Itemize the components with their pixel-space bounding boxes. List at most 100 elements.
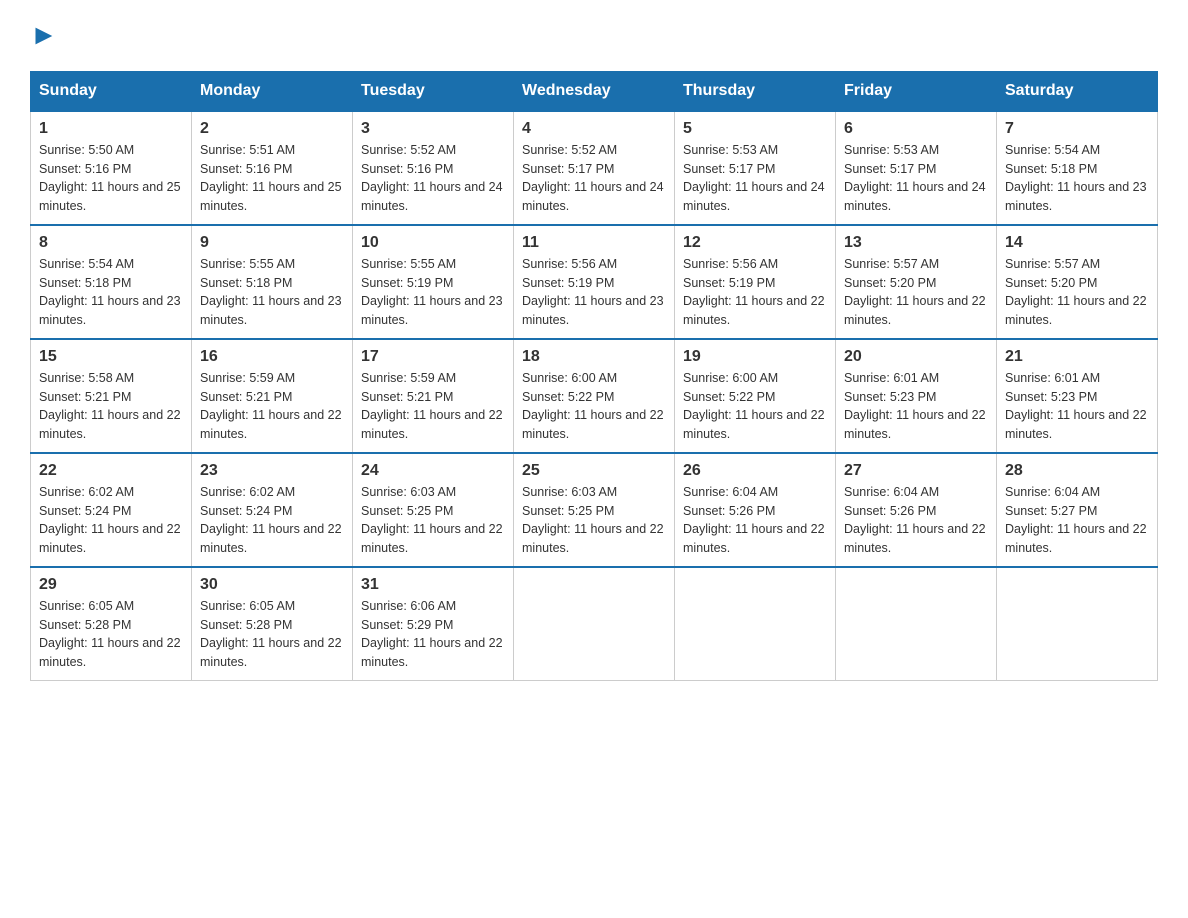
day-number: 8 bbox=[39, 234, 183, 252]
day-number: 5 bbox=[683, 120, 827, 138]
calendar-week-row: 15 Sunrise: 5:58 AMSunset: 5:21 PMDaylig… bbox=[31, 339, 1158, 453]
calendar-body: 1 Sunrise: 5:50 AMSunset: 5:16 PMDayligh… bbox=[31, 111, 1158, 681]
day-number: 31 bbox=[361, 576, 505, 594]
day-number: 10 bbox=[361, 234, 505, 252]
day-info: Sunrise: 6:03 AMSunset: 5:25 PMDaylight:… bbox=[522, 485, 664, 555]
day-number: 20 bbox=[844, 348, 988, 366]
weekday-header-row: SundayMondayTuesdayWednesdayThursdayFrid… bbox=[31, 71, 1158, 111]
day-number: 28 bbox=[1005, 462, 1149, 480]
calendar-cell: 23 Sunrise: 6:02 AMSunset: 5:24 PMDaylig… bbox=[192, 453, 353, 567]
day-number: 14 bbox=[1005, 234, 1149, 252]
day-info: Sunrise: 6:04 AMSunset: 5:27 PMDaylight:… bbox=[1005, 485, 1147, 555]
calendar-cell bbox=[997, 567, 1158, 681]
day-number: 22 bbox=[39, 462, 183, 480]
calendar-cell: 11 Sunrise: 5:56 AMSunset: 5:19 PMDaylig… bbox=[514, 225, 675, 339]
day-number: 4 bbox=[522, 120, 666, 138]
calendar-cell: 13 Sunrise: 5:57 AMSunset: 5:20 PMDaylig… bbox=[836, 225, 997, 339]
day-number: 11 bbox=[522, 234, 666, 252]
calendar-table: SundayMondayTuesdayWednesdayThursdayFrid… bbox=[30, 71, 1158, 681]
day-info: Sunrise: 5:53 AMSunset: 5:17 PMDaylight:… bbox=[683, 143, 825, 213]
calendar-cell: 25 Sunrise: 6:03 AMSunset: 5:25 PMDaylig… bbox=[514, 453, 675, 567]
weekday-header-thursday: Thursday bbox=[675, 71, 836, 111]
day-number: 15 bbox=[39, 348, 183, 366]
calendar-cell: 14 Sunrise: 5:57 AMSunset: 5:20 PMDaylig… bbox=[997, 225, 1158, 339]
logo: ► bbox=[30, 20, 58, 51]
logo-triangle-icon: ► bbox=[30, 19, 58, 50]
calendar-cell: 17 Sunrise: 5:59 AMSunset: 5:21 PMDaylig… bbox=[353, 339, 514, 453]
day-info: Sunrise: 5:57 AMSunset: 5:20 PMDaylight:… bbox=[1005, 257, 1147, 327]
calendar-cell: 10 Sunrise: 5:55 AMSunset: 5:19 PMDaylig… bbox=[353, 225, 514, 339]
day-number: 3 bbox=[361, 120, 505, 138]
day-number: 7 bbox=[1005, 120, 1149, 138]
calendar-cell: 20 Sunrise: 6:01 AMSunset: 5:23 PMDaylig… bbox=[836, 339, 997, 453]
calendar-cell: 19 Sunrise: 6:00 AMSunset: 5:22 PMDaylig… bbox=[675, 339, 836, 453]
day-info: Sunrise: 5:58 AMSunset: 5:21 PMDaylight:… bbox=[39, 371, 181, 441]
calendar-cell: 29 Sunrise: 6:05 AMSunset: 5:28 PMDaylig… bbox=[31, 567, 192, 681]
day-info: Sunrise: 5:52 AMSunset: 5:17 PMDaylight:… bbox=[522, 143, 664, 213]
day-number: 23 bbox=[200, 462, 344, 480]
calendar-cell: 26 Sunrise: 6:04 AMSunset: 5:26 PMDaylig… bbox=[675, 453, 836, 567]
day-info: Sunrise: 5:53 AMSunset: 5:17 PMDaylight:… bbox=[844, 143, 986, 213]
calendar-cell: 7 Sunrise: 5:54 AMSunset: 5:18 PMDayligh… bbox=[997, 111, 1158, 225]
day-info: Sunrise: 6:00 AMSunset: 5:22 PMDaylight:… bbox=[522, 371, 664, 441]
calendar-cell: 1 Sunrise: 5:50 AMSunset: 5:16 PMDayligh… bbox=[31, 111, 192, 225]
calendar-cell: 28 Sunrise: 6:04 AMSunset: 5:27 PMDaylig… bbox=[997, 453, 1158, 567]
day-info: Sunrise: 5:56 AMSunset: 5:19 PMDaylight:… bbox=[522, 257, 664, 327]
day-info: Sunrise: 6:05 AMSunset: 5:28 PMDaylight:… bbox=[200, 599, 342, 669]
day-number: 17 bbox=[361, 348, 505, 366]
day-number: 13 bbox=[844, 234, 988, 252]
weekday-header-sunday: Sunday bbox=[31, 71, 192, 111]
calendar-cell: 16 Sunrise: 5:59 AMSunset: 5:21 PMDaylig… bbox=[192, 339, 353, 453]
calendar-week-row: 29 Sunrise: 6:05 AMSunset: 5:28 PMDaylig… bbox=[31, 567, 1158, 681]
calendar-cell: 3 Sunrise: 5:52 AMSunset: 5:16 PMDayligh… bbox=[353, 111, 514, 225]
weekday-header-monday: Monday bbox=[192, 71, 353, 111]
day-number: 9 bbox=[200, 234, 344, 252]
day-info: Sunrise: 5:59 AMSunset: 5:21 PMDaylight:… bbox=[200, 371, 342, 441]
calendar-cell: 9 Sunrise: 5:55 AMSunset: 5:18 PMDayligh… bbox=[192, 225, 353, 339]
calendar-cell bbox=[514, 567, 675, 681]
calendar-cell bbox=[836, 567, 997, 681]
day-info: Sunrise: 5:54 AMSunset: 5:18 PMDaylight:… bbox=[1005, 143, 1147, 213]
day-info: Sunrise: 5:55 AMSunset: 5:19 PMDaylight:… bbox=[361, 257, 503, 327]
day-info: Sunrise: 6:02 AMSunset: 5:24 PMDaylight:… bbox=[200, 485, 342, 555]
calendar-cell: 2 Sunrise: 5:51 AMSunset: 5:16 PMDayligh… bbox=[192, 111, 353, 225]
calendar-week-row: 8 Sunrise: 5:54 AMSunset: 5:18 PMDayligh… bbox=[31, 225, 1158, 339]
day-info: Sunrise: 5:50 AMSunset: 5:16 PMDaylight:… bbox=[39, 143, 181, 213]
weekday-header-saturday: Saturday bbox=[997, 71, 1158, 111]
day-number: 6 bbox=[844, 120, 988, 138]
weekday-header-tuesday: Tuesday bbox=[353, 71, 514, 111]
day-number: 29 bbox=[39, 576, 183, 594]
day-number: 25 bbox=[522, 462, 666, 480]
day-info: Sunrise: 6:02 AMSunset: 5:24 PMDaylight:… bbox=[39, 485, 181, 555]
calendar-cell: 22 Sunrise: 6:02 AMSunset: 5:24 PMDaylig… bbox=[31, 453, 192, 567]
calendar-header: SundayMondayTuesdayWednesdayThursdayFrid… bbox=[31, 71, 1158, 111]
calendar-cell: 15 Sunrise: 5:58 AMSunset: 5:21 PMDaylig… bbox=[31, 339, 192, 453]
day-info: Sunrise: 5:51 AMSunset: 5:16 PMDaylight:… bbox=[200, 143, 342, 213]
logo-text: ► bbox=[30, 20, 58, 51]
calendar-cell: 12 Sunrise: 5:56 AMSunset: 5:19 PMDaylig… bbox=[675, 225, 836, 339]
calendar-week-row: 22 Sunrise: 6:02 AMSunset: 5:24 PMDaylig… bbox=[31, 453, 1158, 567]
day-number: 16 bbox=[200, 348, 344, 366]
day-number: 21 bbox=[1005, 348, 1149, 366]
day-number: 1 bbox=[39, 120, 183, 138]
day-info: Sunrise: 6:01 AMSunset: 5:23 PMDaylight:… bbox=[844, 371, 986, 441]
day-number: 18 bbox=[522, 348, 666, 366]
calendar-cell: 21 Sunrise: 6:01 AMSunset: 5:23 PMDaylig… bbox=[997, 339, 1158, 453]
day-info: Sunrise: 5:55 AMSunset: 5:18 PMDaylight:… bbox=[200, 257, 342, 327]
calendar-cell: 18 Sunrise: 6:00 AMSunset: 5:22 PMDaylig… bbox=[514, 339, 675, 453]
day-number: 2 bbox=[200, 120, 344, 138]
day-number: 19 bbox=[683, 348, 827, 366]
day-number: 30 bbox=[200, 576, 344, 594]
calendar-cell: 27 Sunrise: 6:04 AMSunset: 5:26 PMDaylig… bbox=[836, 453, 997, 567]
day-number: 12 bbox=[683, 234, 827, 252]
day-info: Sunrise: 5:59 AMSunset: 5:21 PMDaylight:… bbox=[361, 371, 503, 441]
day-info: Sunrise: 5:57 AMSunset: 5:20 PMDaylight:… bbox=[844, 257, 986, 327]
calendar-week-row: 1 Sunrise: 5:50 AMSunset: 5:16 PMDayligh… bbox=[31, 111, 1158, 225]
calendar-cell: 30 Sunrise: 6:05 AMSunset: 5:28 PMDaylig… bbox=[192, 567, 353, 681]
calendar-cell: 31 Sunrise: 6:06 AMSunset: 5:29 PMDaylig… bbox=[353, 567, 514, 681]
day-number: 26 bbox=[683, 462, 827, 480]
day-info: Sunrise: 6:04 AMSunset: 5:26 PMDaylight:… bbox=[683, 485, 825, 555]
day-info: Sunrise: 5:54 AMSunset: 5:18 PMDaylight:… bbox=[39, 257, 181, 327]
calendar-cell: 6 Sunrise: 5:53 AMSunset: 5:17 PMDayligh… bbox=[836, 111, 997, 225]
weekday-header-friday: Friday bbox=[836, 71, 997, 111]
